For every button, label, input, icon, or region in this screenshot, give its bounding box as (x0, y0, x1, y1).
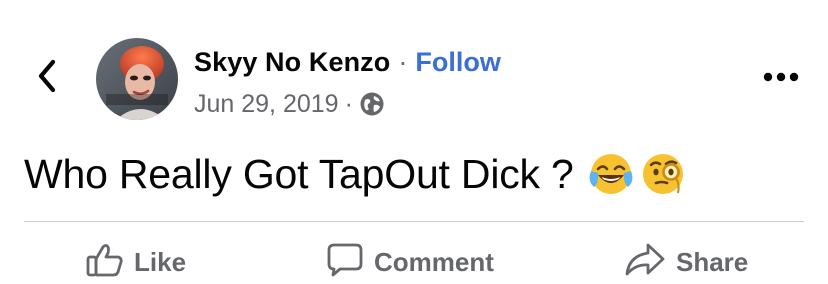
share-label: Share (676, 246, 749, 277)
comment-bubble-icon (326, 242, 364, 283)
comment-label: Comment (374, 246, 494, 277)
author-name[interactable]: Skyy No Kenzo (194, 47, 390, 78)
post-body: Who Really Got TapOut Dick ? (24, 148, 692, 200)
comment-button[interactable]: Comment (326, 242, 494, 282)
post-text: Who Really Got TapOut Dick ? (24, 150, 574, 197)
face-with-tears-of-joy-icon (588, 151, 640, 197)
like-button[interactable]: Like (86, 242, 186, 282)
chevron-left-icon (36, 59, 58, 98)
name-separator: · (398, 46, 408, 77)
post-emojis (588, 151, 692, 197)
more-options-button[interactable] (758, 60, 804, 96)
thumbs-up-icon (86, 243, 124, 282)
post-timestamp[interactable]: Jun 29, 2019 (194, 90, 339, 119)
share-arrow-icon (624, 242, 666, 283)
date-separator: · (344, 89, 353, 118)
more-horizontal-icon (763, 69, 799, 87)
face-with-monocle-icon (640, 151, 692, 197)
follow-button[interactable]: Follow (415, 47, 500, 78)
share-button[interactable]: Share (624, 242, 748, 282)
divider (24, 221, 804, 222)
avatar[interactable] (96, 38, 178, 120)
like-label: Like (134, 246, 187, 277)
back-button[interactable] (30, 58, 64, 98)
post-action-bar: Like Comment Share (0, 236, 828, 284)
globe-icon (359, 91, 385, 117)
